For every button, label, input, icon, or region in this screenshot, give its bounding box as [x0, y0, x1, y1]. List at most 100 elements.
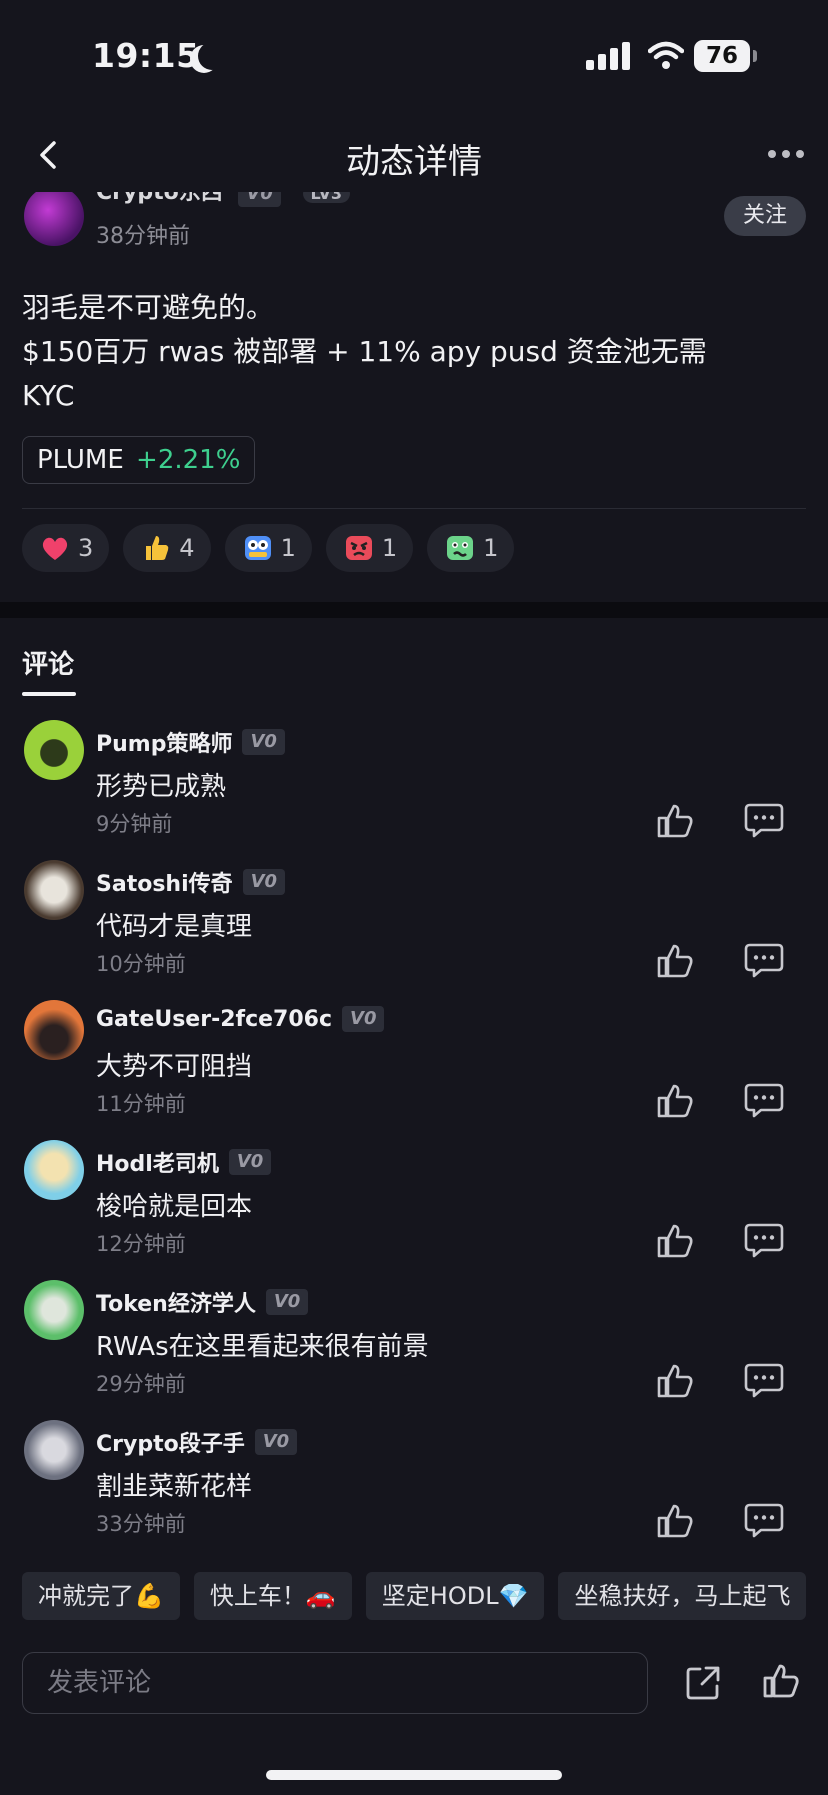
avatar[interactable] [24, 1140, 84, 1200]
reply-icon[interactable] [744, 1222, 784, 1258]
reaction-bar: 3 4 1 1 1 [22, 524, 515, 572]
post-line: 羽毛是不可避免的。 [22, 291, 275, 324]
status-bar: 19:15 76 [0, 0, 828, 110]
avatar[interactable] [24, 1000, 84, 1060]
like-post-icon[interactable] [762, 1662, 800, 1700]
comment-item: GateUser-2fce706c V0 大势不可阻挡 11分钟前 [0, 1000, 828, 1140]
comment-author-name: Satoshi传奇 [96, 872, 233, 897]
comment-input[interactable] [23, 1653, 647, 1713]
battery-icon: 76 [694, 40, 757, 72]
comment-author[interactable]: GateUser-2fce706c V0 [96, 1006, 385, 1032]
comment-item: Satoshi传奇 V0 代码才是真理 10分钟前 [0, 860, 828, 1000]
vip-badge: V0 [242, 869, 286, 895]
comment-author-name: GateUser-2fce706c [96, 1006, 333, 1032]
comment-text: 大势不可阻挡 [96, 1052, 253, 1082]
heart-icon [42, 537, 68, 560]
avatar[interactable] [24, 720, 84, 780]
thumbs-up-icon [146, 536, 169, 560]
comment-author-name: Crypto段子手 [96, 1432, 245, 1457]
quick-reply-bar: 冲就完了💪 快上车！🚗 坚定HODL💎 坐稳扶好，马上起飞 [22, 1572, 807, 1620]
reaction-hodl[interactable]: 1 [224, 524, 312, 572]
vip-badge: V0 [265, 1289, 309, 1315]
tab-active-indicator [22, 692, 76, 696]
comment-author[interactable]: Pump策略师 V0 [96, 726, 285, 758]
battery-level: 76 [705, 43, 738, 69]
comment-author-name: Token经济学人 [96, 1292, 256, 1317]
reply-icon[interactable] [744, 1502, 784, 1538]
like-icon[interactable] [656, 1362, 694, 1400]
reply-icon[interactable] [744, 802, 784, 838]
reaction-count: 4 [179, 534, 195, 562]
angry-face-icon [345, 536, 372, 560]
comment-text: 形势已成熟 [96, 772, 227, 802]
like-icon[interactable] [656, 942, 694, 980]
reply-icon[interactable] [744, 1082, 784, 1118]
tab-comments[interactable]: 评论 [22, 644, 74, 681]
page-title: 动态详情 [346, 142, 482, 182]
quick-reply-chip[interactable]: 坚定HODL💎 [365, 1572, 545, 1620]
comment-text: 割韭菜新花样 [96, 1472, 253, 1502]
quick-reply-chip[interactable]: 冲就完了💪 [22, 1572, 180, 1620]
post-time: 38分钟前 [96, 224, 190, 249]
reply-icon[interactable] [744, 942, 784, 978]
comment-item: Hodl老司机 V0 梭哈就是回本 12分钟前 [0, 1140, 828, 1280]
vip-badge: V0 [228, 1149, 272, 1175]
divider [22, 508, 806, 509]
comment-item: Pump策略师 V0 形势已成熟 9分钟前 [0, 720, 828, 860]
reaction-thumbs-up[interactable]: 4 [123, 524, 211, 572]
cellular-signal-icon [586, 42, 630, 70]
comment-time: 33分钟前 [96, 1512, 186, 1536]
comment-item: Token经济学人 V0 RWAs在这里看起来很有前景 29分钟前 [0, 1280, 828, 1420]
comment-item: Crypto段子手 V0 割韭菜新花样 33分钟前 [0, 1420, 828, 1560]
like-icon[interactable] [656, 1082, 694, 1120]
comment-author-name: Hodl老司机 [96, 1152, 219, 1177]
like-icon[interactable] [656, 802, 694, 840]
like-icon[interactable] [656, 1502, 694, 1540]
post-line: KYC [22, 379, 75, 412]
reaction-count: 1 [381, 534, 398, 562]
reaction-count: 1 [280, 534, 296, 562]
comment-time: 12分钟前 [96, 1232, 186, 1256]
section-separator [0, 602, 828, 618]
share-icon[interactable] [684, 1664, 722, 1702]
reaction-count: 1 [483, 534, 499, 562]
moon-icon [198, 42, 226, 70]
reply-icon[interactable] [744, 1362, 784, 1398]
comment-text: RWAs在这里看起来很有前景 [96, 1332, 429, 1362]
navigation-bar: 动态详情 [0, 110, 828, 200]
avatar[interactable] [24, 1420, 84, 1480]
avatar[interactable] [24, 1280, 84, 1340]
reaction-count: 3 [78, 534, 94, 562]
reaction-sick[interactable]: 1 [427, 524, 515, 572]
post-content: 羽毛是不可避免的。 $150百万 rwas 被部署 + 11% apy pusd… [22, 286, 802, 418]
comment-author[interactable]: Token经济学人 V0 [96, 1286, 309, 1318]
hodl-owl-icon [244, 536, 271, 560]
comment-time: 29分钟前 [96, 1372, 186, 1396]
comment-input-container [22, 1652, 648, 1714]
comment-time: 9分钟前 [96, 812, 173, 836]
quick-reply-chip[interactable]: 坐稳扶好，马上起飞 [558, 1572, 807, 1620]
wifi-icon [648, 41, 684, 69]
reaction-heart[interactable]: 3 [22, 524, 110, 572]
like-icon[interactable] [656, 1222, 694, 1260]
comment-author[interactable]: Hodl老司机 V0 [96, 1146, 272, 1178]
vip-badge: V0 [342, 1006, 385, 1032]
avatar[interactable] [24, 860, 84, 920]
quick-reply-chip[interactable]: 快上车！🚗 [193, 1572, 352, 1620]
vip-badge: V0 [242, 729, 285, 755]
comment-author[interactable]: Crypto段子手 V0 [96, 1426, 298, 1458]
comment-time: 11分钟前 [96, 1092, 186, 1116]
ticker-symbol: PLUME [37, 445, 124, 475]
comment-text: 梭哈就是回本 [96, 1192, 253, 1222]
post-line: $150百万 rwas 被部署 + 11% apy pusd 资金池无需 [22, 335, 707, 368]
reaction-angry[interactable]: 1 [325, 524, 414, 572]
status-time: 19:15 [92, 36, 200, 75]
comment-text: 代码才是真理 [96, 912, 253, 942]
follow-button[interactable]: 关注 [724, 196, 806, 236]
comment-time: 10分钟前 [96, 952, 186, 976]
more-options-icon[interactable] [768, 150, 804, 160]
comment-author[interactable]: Satoshi传奇 V0 [96, 866, 286, 898]
ticker-change: +2.21% [136, 445, 241, 475]
home-indicator [266, 1770, 562, 1780]
ticker-tag[interactable]: PLUME +2.21% [22, 436, 256, 484]
